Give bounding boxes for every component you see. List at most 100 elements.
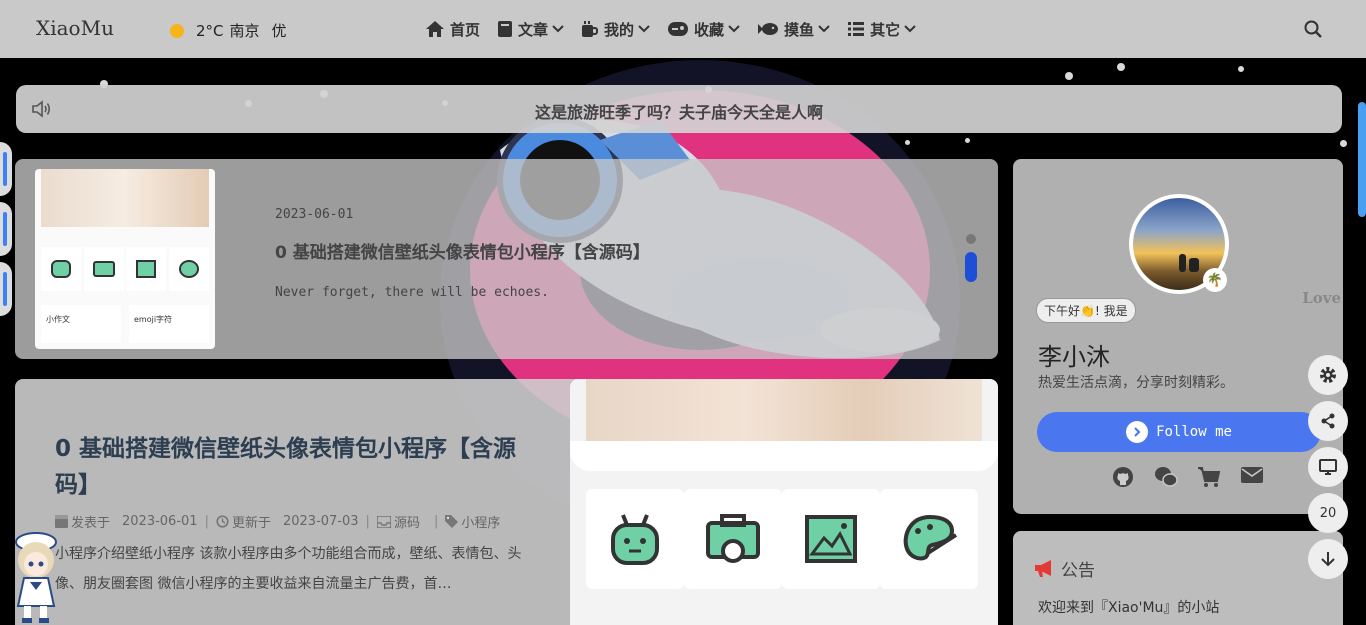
meta-divider: | — [204, 514, 209, 529]
menu-label: 首页 — [450, 20, 481, 39]
calendar-icon — [55, 515, 68, 528]
list-icon — [848, 22, 865, 36]
chevron-down-icon — [552, 25, 564, 33]
menu-home[interactable]: 首页 — [426, 19, 480, 40]
published-label: 发表于 — [71, 516, 111, 531]
menu-label: 收藏 — [694, 20, 725, 39]
mug-icon — [582, 21, 599, 37]
featured-quote: Never forget, there will be echoes. — [275, 285, 549, 300]
history-icon — [216, 515, 229, 528]
search-icon[interactable] — [1304, 20, 1322, 38]
gamepad-icon — [668, 22, 689, 36]
mascot-character[interactable] — [8, 530, 68, 625]
category-meta[interactable]: 源码 — [376, 512, 420, 531]
notice-bar[interactable]: 这是旅游旺季了吗？夫子庙今天全是人啊 — [16, 85, 1342, 133]
menu-label: 摸鱼 — [784, 20, 815, 39]
carousel-dot-active[interactable] — [965, 252, 977, 282]
chevron-down-icon — [728, 25, 740, 33]
article-excerpt: 小程序介绍壁纸小程序 该款小程序由多个功能组合而成，壁纸、表情包、头像、朋友圈套… — [55, 546, 522, 592]
weather-temp: 2°C — [196, 21, 224, 40]
updated-label: 更新于 — [231, 516, 271, 531]
palette-icon — [880, 489, 978, 589]
bullhorn-icon — [1035, 559, 1051, 577]
left-edge-tab[interactable] — [0, 142, 12, 196]
profile-name: 李小沐 — [1038, 343, 1110, 371]
announcement-card: 公告 欢迎来到『Xiao'Mu』的小站 — [1013, 531, 1343, 625]
featured-post-card[interactable]: 小作文 emoji字符 2023-06-01 0 基础搭建微信壁纸头像表情包小程… — [15, 159, 998, 359]
scroll-down-button[interactable] — [1308, 539, 1348, 579]
left-edge-tab[interactable] — [0, 202, 12, 256]
menu-mine[interactable]: 我的 — [582, 19, 650, 40]
updated-meta: 更新于 2023-07-03 — [216, 512, 359, 531]
article-card[interactable]: 0 基础搭建微信壁纸头像表情包小程序【含源码】 发表于 2023-06-01 |… — [15, 379, 998, 625]
article-cover-image[interactable] — [570, 379, 998, 625]
menu-label: 其它 — [870, 20, 901, 39]
book-icon — [498, 21, 513, 37]
featured-title[interactable]: 0 基础搭建微信壁纸头像表情包小程序【含源码】 — [275, 238, 650, 263]
menu-others[interactable]: 其它 — [848, 19, 916, 40]
weather-quality: 优 — [271, 22, 287, 40]
menu-label: 文章 — [518, 20, 549, 39]
cart-icon[interactable] — [1187, 466, 1230, 490]
greeting-badge: 下午好👏! 我是 — [1036, 298, 1136, 323]
inbox-icon — [376, 515, 391, 528]
published-date: 2023-06-01 — [122, 514, 198, 529]
announcement-title: 公告 — [1061, 561, 1095, 581]
site-logo[interactable]: XiaoMu — [36, 16, 114, 40]
mail-icon[interactable] — [1230, 466, 1273, 490]
chevron-down-icon — [904, 25, 916, 33]
tag-icon — [445, 515, 459, 528]
weather-widget: 2°C 南京 优 — [170, 20, 287, 41]
featured-date: 2023-06-01 — [275, 207, 354, 222]
menu-favorites[interactable]: 收藏 — [668, 19, 740, 40]
tag-meta[interactable]: 小程序 — [445, 512, 500, 531]
cover-icon-grid — [586, 489, 978, 589]
share-button[interactable] — [1308, 401, 1348, 441]
notice-text: 这是旅游旺季了吗？夫子庙今天全是人啊 — [534, 103, 823, 122]
profile-card: 🌴 Love 下午好👏! 我是 李小沐 热爱生活点滴，分享时刻精彩。 Follo… — [1013, 159, 1343, 514]
display-mode-button[interactable] — [1308, 447, 1348, 487]
arrow-down-icon — [1321, 552, 1335, 567]
announcement-text: 欢迎来到『Xiao'Mu』的小站 — [1038, 600, 1220, 616]
sun-icon — [170, 23, 184, 38]
carousel-indicator — [965, 234, 977, 282]
tag-link[interactable]: 小程序 — [461, 512, 500, 531]
carousel-dot[interactable] — [966, 234, 976, 244]
article-meta: 发表于 2023-06-01 | 更新于 2023-07-03 | 源码 | 小… — [55, 512, 500, 531]
chevron-down-icon — [818, 25, 830, 33]
menu-slacking[interactable]: 摸鱼 — [758, 19, 830, 40]
left-edge-tab[interactable] — [0, 262, 12, 316]
featured-thumbnail[interactable]: 小作文 emoji字符 — [35, 169, 215, 349]
reading-progress[interactable]: 20 — [1308, 493, 1348, 533]
monitor-icon — [1319, 459, 1337, 475]
category-link[interactable]: 源码 — [394, 512, 420, 531]
article-title[interactable]: 0 基础搭建微信壁纸头像表情包小程序【含源码】 — [55, 431, 535, 503]
menu-label: 我的 — [604, 20, 635, 39]
thumb-label: 小作文 — [41, 305, 121, 343]
top-navbar: XiaoMu 2°C 南京 优 首页 文章 我的 收藏 摸鱼 其它 — [0, 0, 1366, 58]
share-icon — [1321, 413, 1335, 429]
love-text: Love — [1302, 289, 1341, 307]
menu-articles[interactable]: 文章 — [498, 19, 564, 40]
robot-icon — [586, 489, 684, 589]
meta-divider: | — [365, 514, 370, 529]
chevron-right-icon — [1126, 421, 1149, 443]
github-icon[interactable] — [1101, 466, 1144, 490]
follow-label: Follow me — [1156, 424, 1232, 440]
thumb-label: emoji字符 — [129, 305, 209, 343]
wechat-icon[interactable] — [1144, 466, 1187, 490]
cover-photo — [586, 379, 982, 441]
announcement-header: 公告 — [1035, 556, 1095, 581]
meta-divider: | — [433, 514, 439, 529]
image-icon — [782, 489, 880, 589]
fish-icon — [758, 23, 779, 35]
main-menu: 首页 文章 我的 收藏 摸鱼 其它 — [426, 0, 934, 58]
updated-date: 2023-07-03 — [282, 514, 359, 529]
profile-bio: 热爱生活点滴，分享时刻精彩。 — [1038, 375, 1234, 391]
scrollbar-thumb[interactable] — [1358, 102, 1366, 217]
follow-button[interactable]: Follow me — [1037, 412, 1321, 452]
settings-button[interactable] — [1308, 355, 1348, 395]
social-links — [1101, 466, 1273, 490]
cover-divider — [570, 441, 998, 471]
gear-icon — [1320, 367, 1336, 383]
